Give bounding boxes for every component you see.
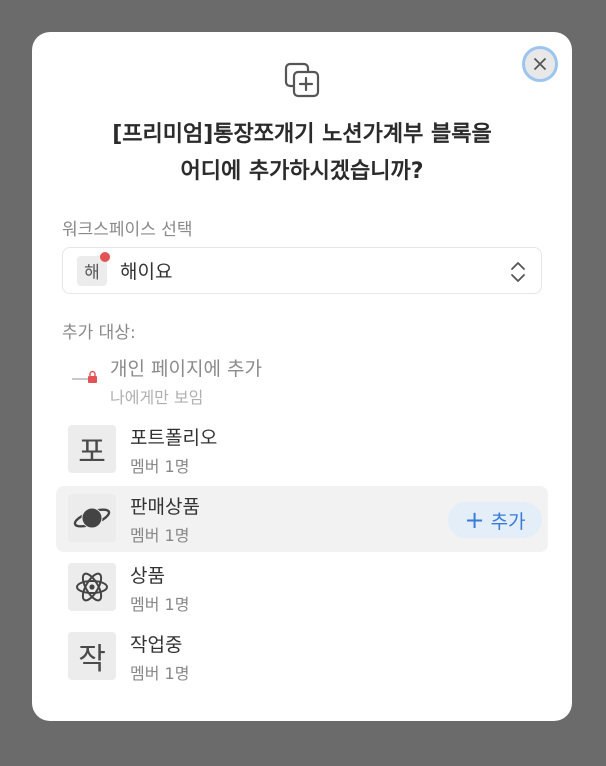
workspace-label: 워크스페이스 선택 (62, 220, 193, 240)
row-member-count: 멤버 1명 (130, 526, 190, 545)
atom-icon (68, 563, 116, 611)
lock-icon (72, 370, 97, 383)
plus-icon: + (464, 506, 485, 534)
dialog-title-line1: [프리미엄]통장쪼개기 노션가계부 블록을 (112, 122, 492, 147)
workspace-avatar: 해 (77, 251, 110, 286)
duplicate-icon (284, 62, 320, 98)
workspace-row-in-progress[interactable]: 작 작업중 멤버 1명 (56, 624, 548, 690)
row-member-count: 멤버 1명 (130, 457, 190, 476)
workspace-row-products[interactable]: 상품 멤버 1명 (56, 555, 548, 621)
notification-dot (100, 251, 110, 262)
row-title: 포트폴리오 (130, 427, 218, 449)
workspace-select[interactable]: 해 해이요 (62, 247, 542, 294)
row-title: 상품 (130, 565, 165, 587)
workspace-avatar-text: 해 (84, 263, 100, 283)
text-icon: 포 (68, 425, 116, 473)
close-icon (534, 58, 546, 70)
row-member-count: 멤버 1명 (130, 595, 190, 614)
dialog-title-line2: 어디에 추가하시겠습니까? (180, 159, 424, 184)
targets-label: 추가 대상: (62, 323, 136, 343)
row-title: 작업중 (130, 634, 183, 656)
workspace-row-products-for-sale[interactable]: 판매상품 멤버 1명 + 추가 (56, 486, 548, 552)
dialog-title: [프리미엄]통장쪼개기 노션가계부 블록을 어디에 추가하시겠습니까? (52, 116, 552, 190)
row-member-count: 멤버 1명 (130, 664, 190, 683)
personal-page-option[interactable]: 개인 페이지에 추가 나에게만 보임 (56, 348, 548, 414)
row-icon-text: 포 (78, 435, 106, 470)
close-button[interactable] (522, 46, 558, 82)
chevron-up-down-icon (511, 262, 525, 282)
row-title: 판매상품 (130, 496, 200, 518)
personal-page-subtitle: 나에게만 보임 (110, 388, 204, 407)
add-button-label: 추가 (490, 510, 526, 533)
workspace-row-portfolio[interactable]: 포 포트폴리오 멤버 1명 (56, 417, 548, 483)
text-icon: 작 (68, 632, 116, 680)
add-button[interactable]: + 추가 (448, 502, 542, 538)
row-icon-text: 작 (78, 642, 106, 677)
personal-page-title: 개인 페이지에 추가 (110, 358, 262, 380)
add-block-dialog: [프리미엄]통장쪼개기 노션가계부 블록을 어디에 추가하시겠습니까? 워크스페… (32, 32, 572, 721)
workspace-name: 해이요 (120, 261, 173, 283)
planet-icon (68, 494, 116, 542)
